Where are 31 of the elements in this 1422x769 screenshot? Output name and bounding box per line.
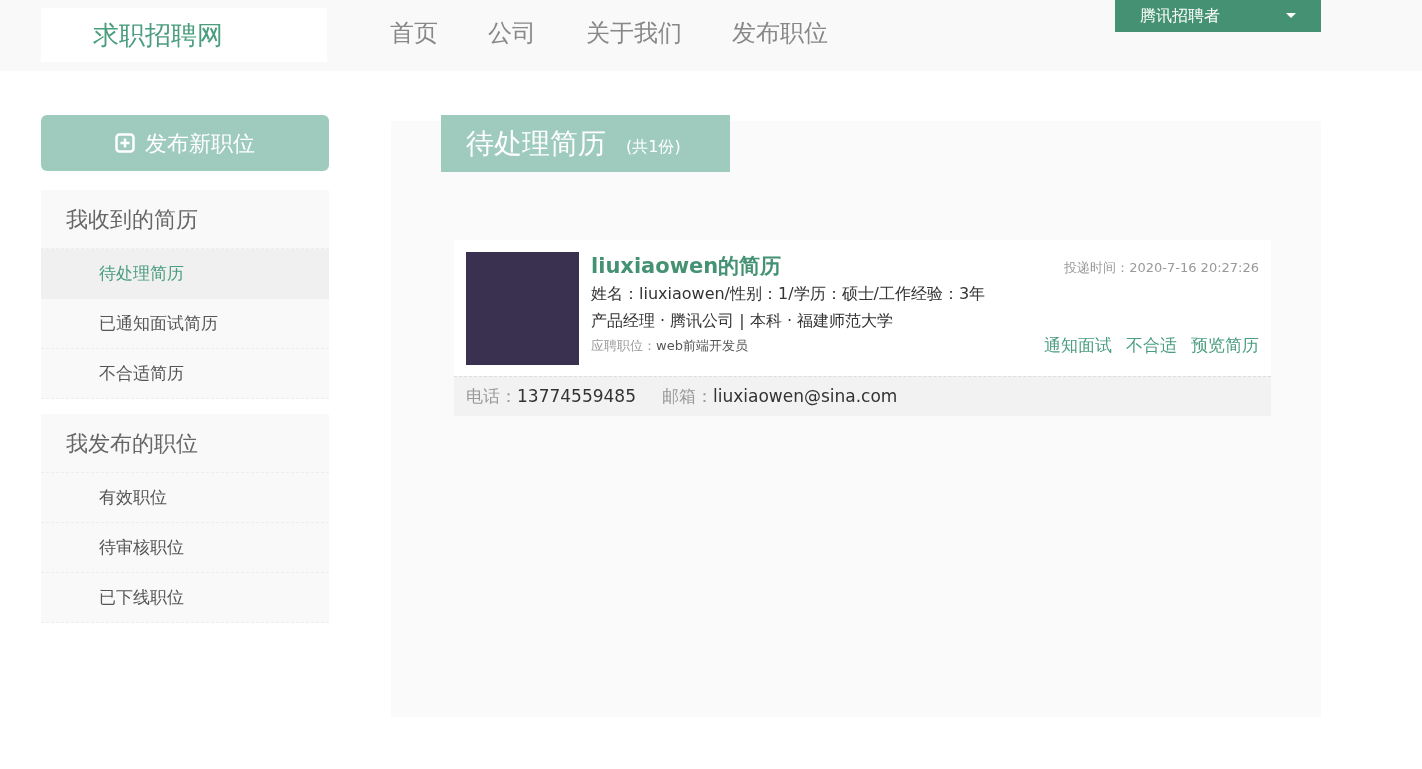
- submit-time: 投递时间：2020-7-16 20:27:26: [1064, 259, 1259, 277]
- nav-link[interactable]: 发布职位: [732, 15, 828, 51]
- action-link[interactable]: 预览简历: [1191, 332, 1259, 358]
- email-label: 邮箱：: [662, 384, 713, 408]
- resume-name[interactable]: liuxiaowen的简历: [591, 252, 1044, 280]
- site-logo[interactable]: 求职招聘网: [93, 15, 223, 55]
- position-value: web前端开发员: [656, 337, 748, 355]
- plus-square-icon: [115, 133, 135, 153]
- action-link[interactable]: 不合适: [1126, 332, 1177, 358]
- group-title: 我发布的职位: [41, 414, 329, 473]
- sidebar-item[interactable]: 不合适简历: [41, 349, 329, 399]
- nav-link[interactable]: 首页: [390, 15, 438, 51]
- email-value: liuxiaowen@sina.com: [713, 384, 898, 408]
- sidebar-item[interactable]: 已下线职位: [41, 573, 329, 623]
- phone-value: 13774559485: [517, 384, 636, 408]
- nav-link[interactable]: 关于我们: [586, 15, 682, 51]
- position-label: 应聘职位：: [591, 337, 656, 355]
- nav-link[interactable]: 公司: [488, 15, 536, 51]
- sidebar-item[interactable]: 已通知面试简历: [41, 299, 329, 349]
- action-link[interactable]: 通知面试: [1044, 332, 1112, 358]
- sidebar-item[interactable]: 待审核职位: [41, 523, 329, 573]
- resume-count: (共1份): [626, 135, 681, 158]
- sidebar-item[interactable]: 有效职位: [41, 473, 329, 523]
- post-job-button[interactable]: 发布新职位: [41, 115, 329, 171]
- section-title: 待处理简历: [466, 125, 606, 162]
- user-menu[interactable]: 腾讯招聘者: [1115, 0, 1321, 32]
- sidebar-item[interactable]: 待处理简历: [41, 249, 329, 299]
- resume-detail: 产品经理 · 腾讯公司 | 本科 · 福建师范大学: [591, 310, 895, 332]
- resume-info: 姓名：liuxiaowen/性别：1/学历：硕士/工作经验：3年: [591, 283, 987, 305]
- caret-icon: [1286, 13, 1296, 19]
- phone-label: 电话：: [466, 384, 517, 408]
